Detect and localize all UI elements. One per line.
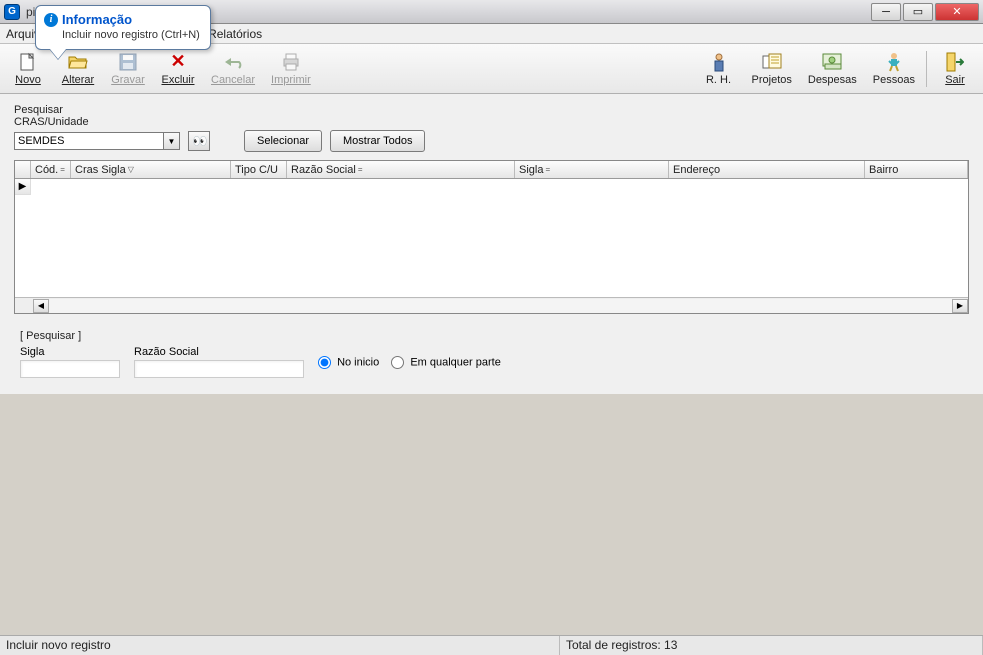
binoculars-button[interactable]: 👀 xyxy=(188,131,210,151)
close-button[interactable]: ✕ xyxy=(935,3,979,21)
gravar-label: Gravar xyxy=(111,74,145,86)
novo-label: Novo xyxy=(15,74,41,86)
tooltip-title: Informação xyxy=(62,12,132,27)
col-tipo[interactable]: Tipo C/U xyxy=(231,161,287,178)
new-document-icon xyxy=(18,52,38,72)
minimize-button[interactable]: ─ xyxy=(871,3,901,21)
binoculars-icon: 👀 xyxy=(193,134,206,148)
selecionar-button[interactable]: Selecionar xyxy=(244,130,322,152)
status-left: Incluir novo registro xyxy=(0,636,560,655)
save-disk-icon xyxy=(118,52,138,72)
sigla-input[interactable] xyxy=(20,360,120,378)
lower-search-panel: [ Pesquisar ] Sigla Razão Social No inic… xyxy=(14,324,559,384)
grid-indicator-col xyxy=(15,161,31,178)
chevron-down-icon[interactable]: ▼ xyxy=(164,132,180,150)
maximize-button[interactable]: ▭ xyxy=(903,3,933,21)
sigla-label: Sigla xyxy=(20,346,120,358)
razao-social-input[interactable] xyxy=(134,360,304,378)
content-area: Pesquisar CRAS/Unidade ▼ 👀 Selecionar Mo… xyxy=(0,94,983,394)
data-grid[interactable]: Cód.= Cras Sigla▽ Tipo C/U Razão Social=… xyxy=(14,160,969,314)
mostrar-todos-button[interactable]: Mostrar Todos xyxy=(330,130,426,152)
sair-label: Sair xyxy=(945,74,965,86)
excluir-label: Excluir xyxy=(161,74,194,86)
col-bairro[interactable]: Bairro xyxy=(865,161,968,178)
projetos-label: Projetos xyxy=(752,74,792,86)
col-endereco[interactable]: Endereço xyxy=(669,161,865,178)
info-icon: i xyxy=(44,13,58,27)
cras-combo[interactable]: ▼ xyxy=(14,132,180,150)
col-cod[interactable]: Cód.= xyxy=(31,161,71,178)
scroll-track[interactable] xyxy=(49,299,952,313)
grid-header: Cód.= Cras Sigla▽ Tipo C/U Razão Social=… xyxy=(15,161,968,179)
cancelar-button[interactable]: Cancelar xyxy=(206,47,260,91)
delete-x-icon: ✕ xyxy=(168,52,188,72)
cancelar-label: Cancelar xyxy=(211,74,255,86)
col-razao[interactable]: Razão Social= xyxy=(287,161,515,178)
menu-relatorios[interactable]: Relatórios xyxy=(208,27,262,41)
sair-button[interactable]: Sair xyxy=(933,47,977,91)
toolbar: Novo Alterar Gravar ✕ Excluir Cancelar xyxy=(0,44,983,94)
alterar-label: Alterar xyxy=(62,74,94,86)
print-icon xyxy=(281,52,301,72)
window-controls: ─ ▭ ✕ xyxy=(871,3,979,21)
lower-search-title: [ Pesquisar ] xyxy=(20,330,553,342)
person-badge-icon xyxy=(709,52,729,72)
gravar-button[interactable]: Gravar xyxy=(106,47,150,91)
pesquisar-label: Pesquisar xyxy=(14,104,969,116)
no-inicio-radio[interactable]: No inicio xyxy=(318,356,379,369)
despesas-button[interactable]: Despesas xyxy=(803,47,862,91)
grid-body[interactable]: ▶ xyxy=(15,179,968,297)
cras-combo-input[interactable] xyxy=(14,132,164,150)
excluir-button[interactable]: ✕ Excluir xyxy=(156,47,200,91)
imprimir-button[interactable]: Imprimir xyxy=(266,47,316,91)
imprimir-label: Imprimir xyxy=(271,74,311,86)
qualquer-parte-radio[interactable]: Em qualquer parte xyxy=(391,356,501,369)
col-cras-sigla[interactable]: Cras Sigla▽ xyxy=(71,161,231,178)
undo-icon xyxy=(223,52,243,72)
projetos-button[interactable]: Projetos xyxy=(747,47,797,91)
exit-door-icon xyxy=(945,52,965,72)
grid-scrollbar[interactable]: ◀ ▶ xyxy=(15,297,968,313)
tooltip-balloon: i Informação Incluir novo registro (Ctrl… xyxy=(35,5,211,50)
scroll-right-icon[interactable]: ▶ xyxy=(952,299,968,313)
tooltip-body: Incluir novo registro (Ctrl+N) xyxy=(44,29,200,41)
rh-button[interactable]: R. H. xyxy=(697,47,741,91)
cras-unidade-label: CRAS/Unidade xyxy=(14,116,969,128)
pessoas-label: Pessoas xyxy=(873,74,915,86)
people-icon xyxy=(884,52,904,72)
projects-icon xyxy=(762,52,782,72)
novo-button[interactable]: Novo xyxy=(6,47,50,91)
row-indicator-icon: ▶ xyxy=(15,179,31,195)
razao-social-label: Razão Social xyxy=(134,346,304,358)
app-icon: G xyxy=(4,4,20,20)
pessoas-button[interactable]: Pessoas xyxy=(868,47,920,91)
despesas-label: Despesas xyxy=(808,74,857,86)
col-sigla[interactable]: Sigla= xyxy=(515,161,669,178)
expenses-icon xyxy=(822,52,842,72)
status-right: Total de registros: 13 xyxy=(560,636,983,655)
status-bar: Incluir novo registro Total de registros… xyxy=(0,635,983,655)
rh-label: R. H. xyxy=(706,74,731,86)
open-folder-icon xyxy=(68,52,88,72)
scroll-left-icon[interactable]: ◀ xyxy=(33,299,49,313)
